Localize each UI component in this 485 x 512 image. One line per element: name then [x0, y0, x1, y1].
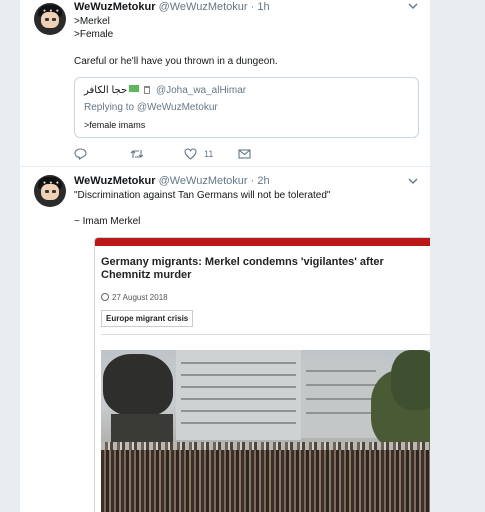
tweet-time[interactable]: 1h	[257, 1, 269, 13]
timeline-column: ● ● ● ● WeWuzMetokur @WeWuzMetokur · 1h …	[20, 0, 430, 512]
building-windows	[181, 362, 296, 364]
tweet-text-line: >Merkel	[74, 16, 110, 27]
quoted-tweet[interactable]: حجا الكافر @Joha_wa_alHimar Replying to …	[74, 77, 419, 138]
building-windows	[181, 398, 296, 400]
monument-head	[103, 354, 173, 416]
tweet-header: WeWuzMetokur @WeWuzMetokur · 1h	[74, 1, 270, 13]
article-topic-tag[interactable]: Europe migrant crisis	[101, 310, 194, 327]
separator-dot: ·	[250, 1, 255, 13]
separator-dot: ·	[250, 175, 255, 187]
crowd	[101, 450, 430, 512]
tweet-time[interactable]: 2h	[257, 175, 269, 187]
heart-icon[interactable]	[184, 148, 197, 160]
quoted-tweet-header: حجا الكافر @Joha_wa_alHimar	[84, 85, 246, 96]
building-windows	[181, 386, 296, 388]
display-name[interactable]: WeWuzMetokur	[74, 175, 156, 187]
building-windows	[306, 412, 376, 414]
building-windows	[306, 370, 376, 372]
replying-to: Replying to @WeWuzMetokur	[84, 102, 218, 113]
replying-to-handle[interactable]: @WeWuzMetokur	[137, 102, 218, 113]
article-date-text: 27 August 2018	[112, 293, 168, 302]
chevron-down-icon[interactable]	[408, 2, 418, 13]
avatar[interactable]: ● ● ● ●	[34, 3, 66, 35]
building-windows	[181, 410, 296, 412]
clock-icon	[101, 293, 109, 301]
article-date: 27 August 2018	[101, 293, 168, 302]
message-icon[interactable]	[238, 148, 251, 160]
user-handle[interactable]: @WeWuzMetokur	[159, 175, 248, 187]
trash-icon	[144, 86, 151, 94]
tweet-text-line: >Female	[74, 29, 114, 40]
building-windows	[181, 374, 296, 376]
reply-icon[interactable]	[74, 148, 87, 160]
tweet[interactable]: ● ● ● ● WeWuzMetokur @WeWuzMetokur · 1h …	[20, 0, 430, 167]
divider	[101, 334, 430, 335]
article-title[interactable]: Germany migrants: Merkel condemns 'vigil…	[101, 256, 430, 282]
quoted-tweet-text: >female imams	[84, 120, 146, 130]
avatar[interactable]: ● ● ● ●	[34, 175, 66, 207]
replying-to-label: Replying to	[84, 102, 135, 113]
tweet-text-line: "Discrimination against Tan Germans will…	[74, 190, 331, 201]
building-windows	[306, 384, 376, 386]
tweet-actions: 11	[74, 148, 334, 162]
news-header-bar	[95, 238, 430, 246]
tweet-text-line: Careful or he'll have you thrown in a du…	[74, 56, 278, 67]
like-count: 11	[204, 149, 214, 159]
tweet-header: WeWuzMetokur @WeWuzMetokur · 2h	[74, 175, 270, 187]
building-windows	[306, 398, 376, 400]
article-photo[interactable]	[101, 350, 430, 512]
retweet-icon[interactable]	[130, 148, 144, 160]
user-handle[interactable]: @WeWuzMetokur	[159, 1, 248, 13]
tweet-text-line: ~ Imam Merkel	[74, 216, 141, 227]
avatar-dots: ● ● ● ●	[43, 180, 60, 192]
flag-icon	[129, 85, 140, 92]
quoted-display-name[interactable]: حجا الكافر	[84, 85, 127, 96]
tweet[interactable]: ● ● ● ● WeWuzMetokur @WeWuzMetokur · 2h …	[20, 167, 430, 512]
building-windows	[181, 422, 296, 424]
chevron-down-icon[interactable]	[408, 177, 418, 188]
right-gutter	[430, 0, 485, 512]
quoted-user-handle[interactable]: @Joha_wa_alHimar	[156, 85, 246, 96]
tree	[391, 350, 430, 410]
link-card[interactable]: Germany migrants: Merkel condemns 'vigil…	[94, 237, 430, 512]
avatar-dots: ● ● ● ●	[43, 8, 60, 20]
display-name[interactable]: WeWuzMetokur	[74, 1, 156, 13]
